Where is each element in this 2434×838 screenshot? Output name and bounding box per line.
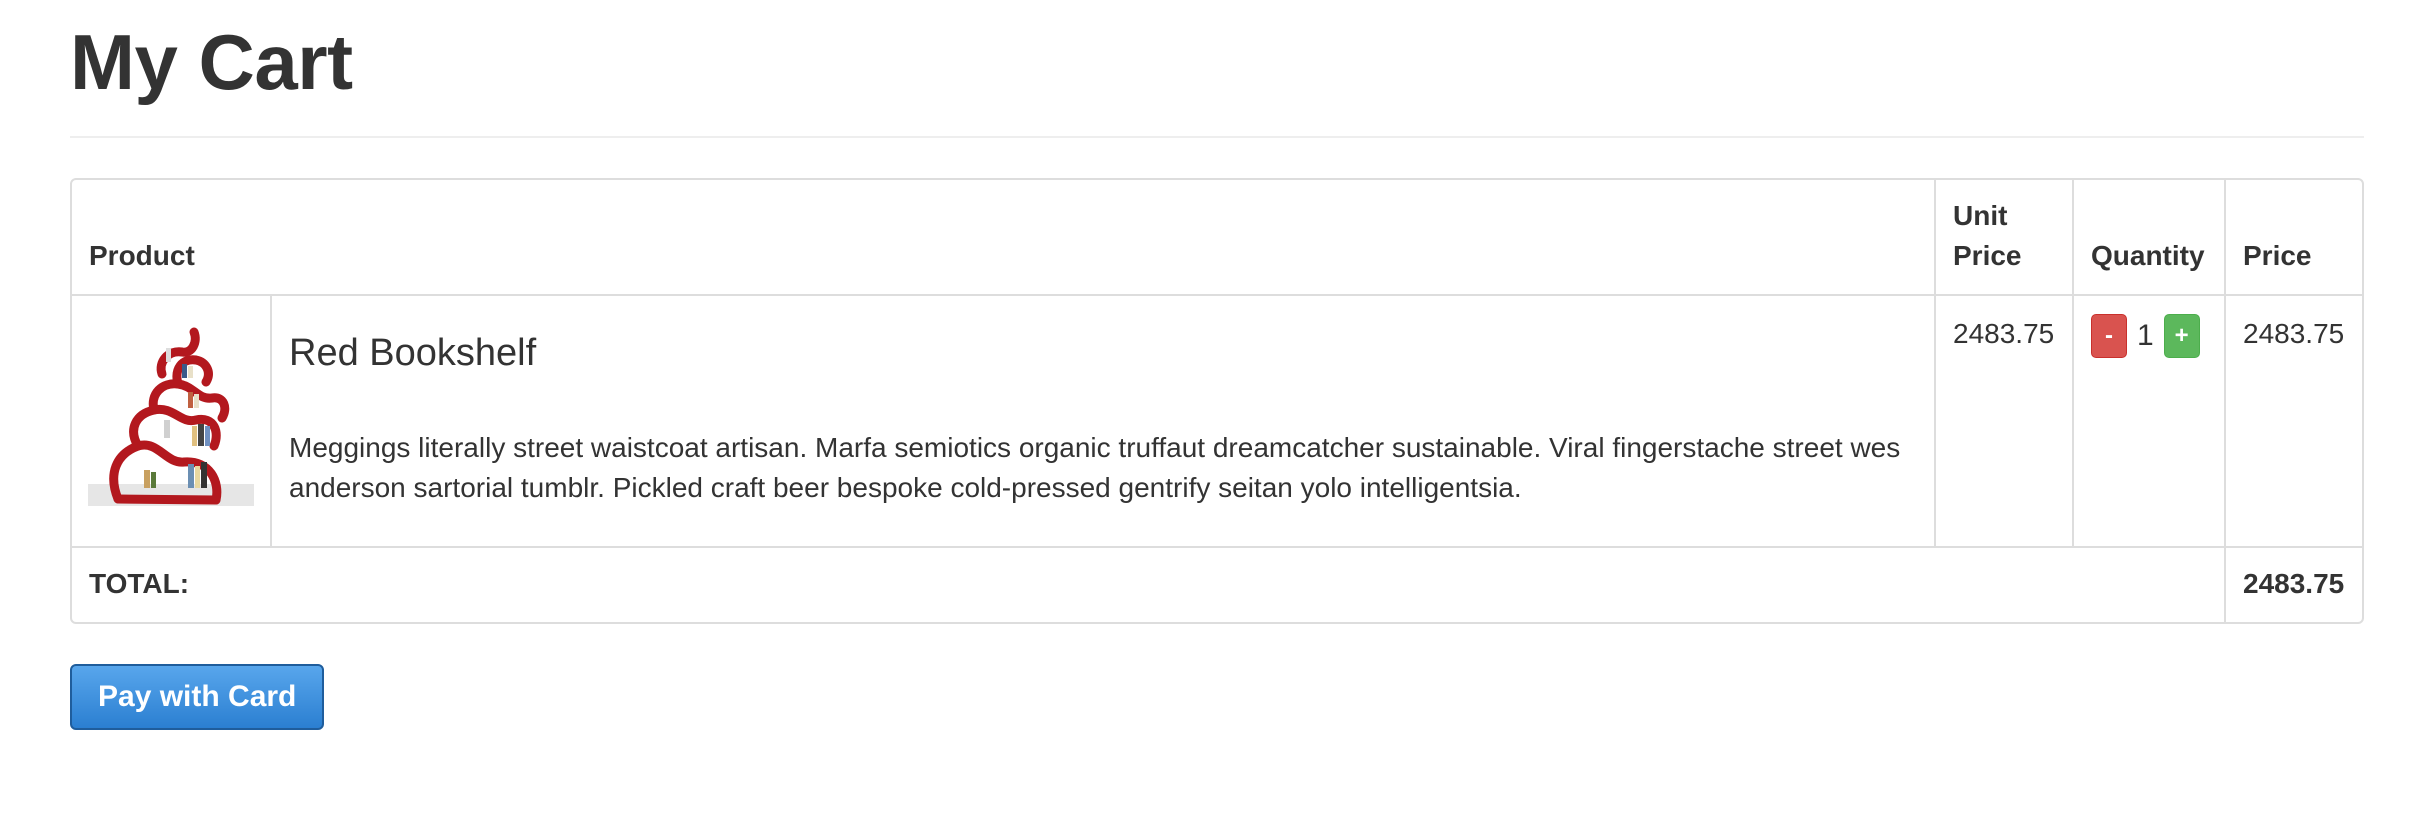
unit-price-cell: 2483.75 (1934, 294, 2072, 546)
pay-with-card-button[interactable]: Pay with Card (70, 664, 325, 730)
table-row: Red Bookshelf Meggings literally street … (72, 294, 2362, 546)
quantity-cell: - 1 + (2072, 294, 2224, 546)
product-description: Meggings literally street waistcoat arti… (289, 432, 1901, 503)
header-quantity: Quantity (2072, 180, 2224, 294)
header-unit-price: Unit Price (1934, 180, 2072, 294)
title-divider (70, 136, 2364, 138)
cart-table: Product Unit Price Quantity Price Red Bo… (70, 178, 2364, 624)
increment-quantity-button[interactable]: + (2163, 314, 2200, 358)
line-price-cell: 2483.75 (2224, 294, 2362, 546)
red-bookshelf-image (88, 327, 254, 506)
decrement-quantity-button[interactable]: - (2091, 314, 2127, 358)
quantity-value: 1 (2137, 319, 2154, 352)
table-header-row: Product Unit Price Quantity Price (72, 180, 2362, 294)
product-image-cell (72, 294, 270, 546)
product-details-cell: Red Bookshelf Meggings literally street … (270, 294, 1934, 546)
page-title: My Cart (70, 18, 353, 106)
total-row: TOTAL: 2483.75 (72, 546, 2362, 622)
cart-page: My Cart Product Unit Price Quantity Pric… (0, 0, 2434, 838)
total-value: 2483.75 (2224, 546, 2362, 622)
product-name: Red Bookshelf (289, 332, 537, 374)
header-product: Product (89, 240, 195, 271)
header-price: Price (2224, 180, 2362, 294)
quantity-stepper: - 1 + (2091, 314, 2207, 358)
total-label: TOTAL: (72, 546, 2224, 622)
